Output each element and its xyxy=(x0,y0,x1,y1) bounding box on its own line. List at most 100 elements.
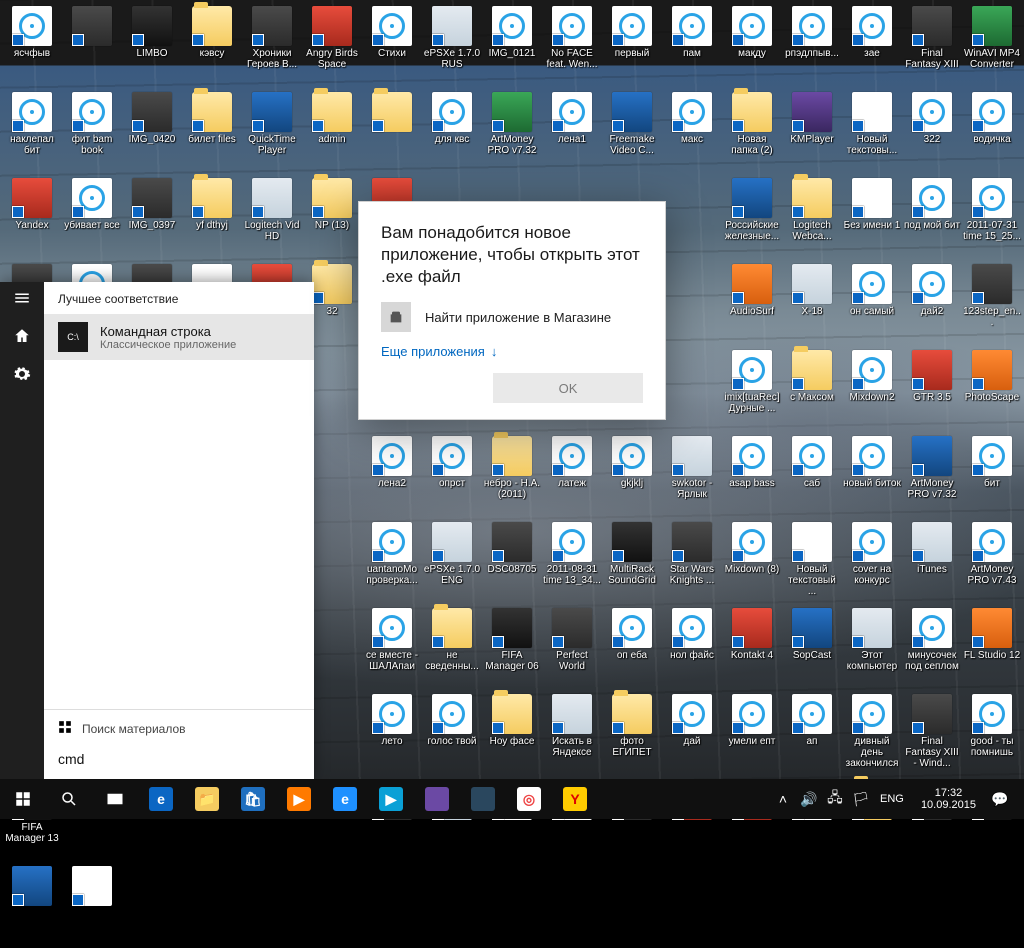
desktop-icon[interactable]: ArtMoney PRO v7.32 xyxy=(482,90,542,174)
desktop-icon[interactable]: под мой бит xyxy=(902,176,962,260)
desktop-icon[interactable]: водичка xyxy=(962,90,1022,174)
desktop-icon[interactable]: пам xyxy=(662,4,722,88)
desktop-icon[interactable]: KMPlayer xyxy=(782,90,842,174)
taskbar-app-explorer[interactable]: 📁 xyxy=(184,779,230,819)
desktop-icon[interactable]: IMG_0420 xyxy=(122,90,182,174)
desktop-icon[interactable]: небро - Н.А. (2011) xyxy=(482,434,542,518)
taskbar-app-ie[interactable]: e xyxy=(322,779,368,819)
desktop-icon[interactable]: рпэдлпыв... xyxy=(782,4,842,88)
desktop-icon[interactable]: Хроники Героев В... xyxy=(242,4,302,88)
desktop-icon[interactable]: Logitech Webca... xyxy=(782,176,842,260)
desktop-icon[interactable]: Logitech Vid HD xyxy=(242,176,302,260)
desktop-icon[interactable]: X-18 xyxy=(782,262,842,346)
desktop-icon[interactable]: Mixdown2 xyxy=(842,348,902,432)
task-view-icon[interactable] xyxy=(92,779,138,819)
desktop-icon[interactable]: LIMBO xyxy=(122,4,182,88)
desktop-icon[interactable]: с Максом xyxy=(782,348,842,432)
desktop-icon[interactable]: uantanoMo проверка... xyxy=(362,520,422,604)
desktop-icon[interactable]: Искать в Яндексе xyxy=(542,692,602,776)
desktop-icon[interactable]: саб xyxy=(782,434,842,518)
taskbar-app-video[interactable]: ▶ xyxy=(368,779,414,819)
desktop-icon[interactable]: imix[tuaRec] Дурные ... xyxy=(722,348,782,432)
desktop-icon[interactable]: не сведенны... xyxy=(422,606,482,690)
desktop-icon[interactable]: он самый xyxy=(842,262,902,346)
desktop-icon[interactable]: SopCast xyxy=(782,606,842,690)
desktop-icon[interactable]: се вместе - ШАЛАпаи xyxy=(362,606,422,690)
desktop-icon[interactable]: макс xyxy=(662,90,722,174)
desktop-icon[interactable]: ArtMoney PRO v7.43 xyxy=(962,520,1022,604)
taskbar-app-yandex[interactable]: Y xyxy=(552,779,598,819)
desktop-icon[interactable]: QuickTime Player xyxy=(242,90,302,174)
desktop-icon[interactable]: Freemake Video C... xyxy=(602,90,662,174)
desktop-icon[interactable]: зае xyxy=(842,4,902,88)
desktop-icon[interactable]: фит bam book xyxy=(62,90,122,174)
desktop-icon[interactable]: фото ЕГИПЕТ xyxy=(602,692,662,776)
desktop-icon[interactable]: дивный день закончился xyxy=(842,692,902,776)
desktop-icon[interactable]: кэвсу xyxy=(182,4,242,88)
desktop-icon[interactable]: PhotoScape xyxy=(962,348,1022,432)
desktop-icon[interactable]: мақду xyxy=(722,4,782,88)
desktop-icon[interactable]: NP (13) xyxy=(302,176,362,260)
desktop-icon[interactable]: латеж xyxy=(542,434,602,518)
desktop-icon[interactable]: Без имени 1 xyxy=(842,176,902,260)
desktop-icon[interactable]: yf dthyj xyxy=(182,176,242,260)
search-result-cmd[interactable]: C:\ Командная строка Классическое прилож… xyxy=(44,314,314,360)
show-desktop-button[interactable] xyxy=(1016,779,1022,819)
desktop-icon[interactable]: GTR 3.5 xyxy=(902,348,962,432)
desktop-icon[interactable]: admin xyxy=(302,90,362,174)
store-row[interactable]: Найти приложение в Магазине xyxy=(381,302,643,332)
desktop-icon[interactable]: наклепал бит xyxy=(2,90,62,174)
desktop-icon[interactable]: оп еба xyxy=(602,606,662,690)
desktop-icon[interactable]: FIFA Manager 06 xyxy=(482,606,542,690)
desktop-icon[interactable] xyxy=(2,864,62,948)
desktop-icon[interactable]: Final Fantasy XIII xyxy=(902,4,962,88)
desktop-icon[interactable]: Final Fantasy XIII - Wind... xyxy=(902,692,962,776)
desktop-icon[interactable]: IMG_0397 xyxy=(122,176,182,260)
desktop-icon[interactable]: ясчфыв xyxy=(2,4,62,88)
settings-gear-icon[interactable] xyxy=(12,364,32,384)
desktop-icon[interactable]: Kontakt 4 xyxy=(722,606,782,690)
desktop-icon[interactable]: 2011-08-31 time 13_34... xyxy=(542,520,602,604)
desktop-icon[interactable]: билет files xyxy=(182,90,242,174)
tray-language[interactable]: ENG xyxy=(877,779,907,819)
more-apps-link[interactable]: Еще приложения ↓ xyxy=(381,344,643,359)
taskbar-app-purple[interactable] xyxy=(414,779,460,819)
desktop-icon[interactable]: лена2 xyxy=(362,434,422,518)
desktop-icon[interactable]: Новая папка (2) xyxy=(722,90,782,174)
desktop-icon[interactable]: минусочек под сеплом xyxy=(902,606,962,690)
desktop-icon[interactable]: 123step_en... xyxy=(962,262,1022,346)
taskbar-app-chrome[interactable]: ◎ xyxy=(506,779,552,819)
taskbar-clock[interactable]: 17:32 10.09.2015 xyxy=(913,787,984,811)
tray-network-icon[interactable]: 🖧 xyxy=(825,779,845,819)
desktop-icon[interactable]: бит xyxy=(962,434,1022,518)
taskbar-app-store[interactable]: 🛍 xyxy=(230,779,276,819)
desktop-icon[interactable]: Mixdown (8) xyxy=(722,520,782,604)
desktop-icon[interactable]: Ноу фасе xyxy=(482,692,542,776)
desktop-icon[interactable]: Российские железные... xyxy=(722,176,782,260)
desktop-icon[interactable]: gkjklj xyxy=(602,434,662,518)
desktop-icon[interactable]: FL Studio 12 xyxy=(962,606,1022,690)
desktop-icon[interactable]: первый xyxy=(602,4,662,88)
desktop-icon[interactable]: Стихи xyxy=(362,4,422,88)
desktop-icon[interactable]: Angry Birds Space xyxy=(302,4,362,88)
desktop-icon[interactable] xyxy=(62,4,122,88)
search-icon[interactable] xyxy=(46,779,92,819)
desktop-icon[interactable]: No FACE feat. Wen... xyxy=(542,4,602,88)
desktop-icon[interactable]: iTunes xyxy=(902,520,962,604)
desktop-icon[interactable]: WinAVI MP4 Converter xyxy=(962,4,1022,88)
desktop-icon[interactable] xyxy=(362,90,422,174)
desktop-icon[interactable]: good - ты помнишь xyxy=(962,692,1022,776)
desktop-icon[interactable]: MultiRack SoundGrid xyxy=(602,520,662,604)
desktop-icon[interactable]: ап xyxy=(782,692,842,776)
desktop-icon[interactable]: 2011-07-31 time 15_25... xyxy=(962,176,1022,260)
desktop-icon[interactable]: Этот компьютер xyxy=(842,606,902,690)
home-icon[interactable] xyxy=(12,326,32,346)
desktop-icon[interactable]: для квс xyxy=(422,90,482,174)
desktop-icon[interactable]: опрст xyxy=(422,434,482,518)
desktop-icon[interactable]: Perfect World xyxy=(542,606,602,690)
tray-chevron-up-icon[interactable]: ˄ xyxy=(773,779,793,819)
desktop-icon[interactable]: Новый текстовы... xyxy=(842,90,902,174)
search-input[interactable]: cmd xyxy=(44,743,314,779)
desktop-icon[interactable]: нол файс xyxy=(662,606,722,690)
desktop-icon[interactable]: ePSXe 1.7.0 RUS xyxy=(422,4,482,88)
